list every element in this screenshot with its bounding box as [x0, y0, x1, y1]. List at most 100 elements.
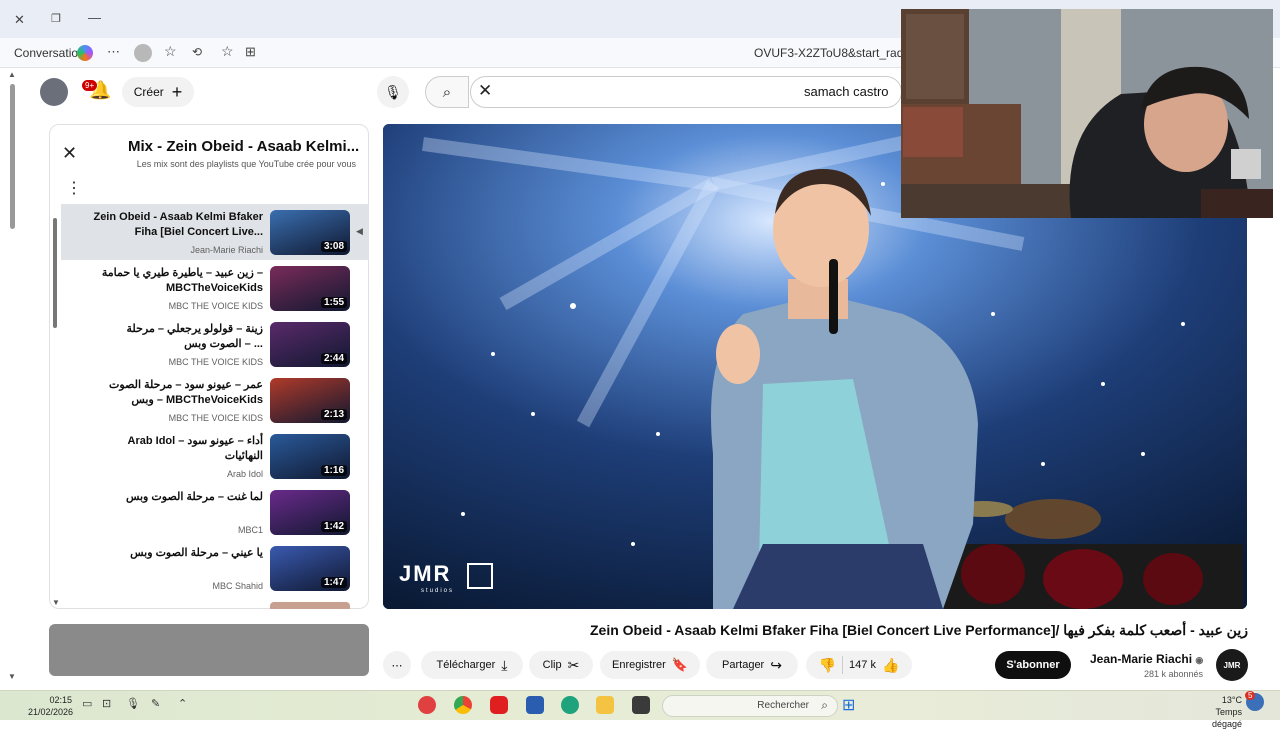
share-button[interactable]: Partager ↪ [706, 651, 798, 679]
playlist-subtitle: Les mix sont des playlists que YouTube c… [136, 159, 356, 169]
channel-avatar[interactable]: JMR [1216, 649, 1248, 681]
temperature: 13°C [1221, 695, 1242, 705]
network-icon[interactable]: ⊡ [102, 697, 111, 710]
clip-label: Clip [542, 659, 562, 671]
like-icon[interactable]: 👍 [882, 657, 899, 674]
playlist-item-channel: MBC THE VOICE KIDS [168, 301, 263, 311]
channel-watermark: JMR studios [399, 561, 499, 597]
search-button[interactable]: ⌕ [425, 76, 469, 108]
close-playlist-icon[interactable]: ✕ [62, 143, 77, 164]
dislike-icon[interactable]: 👎 [819, 657, 836, 674]
task-view-icon[interactable] [632, 696, 650, 714]
watermark-subtext: studios [421, 588, 455, 594]
playlist-item-duration: 1:42 [320, 521, 347, 532]
playlist-item-channel: Jean-Marie Riachi [190, 245, 263, 255]
scissors-icon: ✂ [567, 656, 580, 673]
minimize-window-icon[interactable]: — [88, 10, 101, 25]
webcam-overlay [901, 9, 1273, 218]
favorites-icon[interactable]: ☆ [164, 43, 177, 60]
extensions-icon[interactable]: ⟲ [192, 45, 202, 59]
pen-tray-icon[interactable]: ✎ [151, 697, 160, 710]
like-dislike-group: 👎 147 k 👍 [806, 651, 912, 679]
playlist-item-title: يا عيني – مرحلة الصوت وبس [130, 547, 263, 559]
download-button[interactable]: Télécharger ⤓ [421, 651, 523, 679]
scroll-down-arrow-icon[interactable]: ▼ [8, 672, 16, 681]
subscribe-button[interactable]: S'abonner [995, 651, 1071, 679]
playlist-item-title: عمر – عيونو سود – مرحلة الصوت وبس – MBCT… [109, 379, 263, 406]
playlist-item[interactable]: 2:44 زينة – قولولو يرجعلي – مرحلة الصوت و… [61, 316, 369, 372]
playlist-item-thumbnail: 1:42 [270, 490, 350, 535]
profile-icon[interactable] [134, 44, 152, 62]
download-icon: ⤓ [501, 656, 508, 673]
playlist-item-thumbnail: 1:16 [270, 434, 350, 479]
playlist-item-channel: MBC THE VOICE KIDS [168, 357, 263, 367]
add-favorite-icon[interactable]: ☆ [221, 43, 234, 60]
video-title: Zein Obeid - Asaab Kelmi Bfaker Fiha [Bi… [590, 622, 1248, 638]
playlist-item-duration: 1:55 [320, 297, 347, 308]
playlist-item[interactable]: 1:47 يا عيني – مرحلة الصوت وبس MBC Shahid [61, 540, 369, 596]
playlist-item-thumbnail: 2:13 [270, 378, 350, 423]
search-query-text: samach castro [804, 84, 889, 99]
playlist-title: Mix - Zein Obeid - Asaab Kelmi... [128, 138, 360, 155]
verified-icon: ◉ [1195, 655, 1204, 665]
watermark-logo-icon [467, 563, 493, 589]
playlist-item-duration: 3:08 [320, 241, 347, 252]
playlist-item[interactable]: 1:42 لما غنت – مرحلة الصوت وبس MBC1 [61, 484, 369, 540]
create-button[interactable]: Créer + [122, 77, 194, 107]
channel-name[interactable]: Jean-Marie Riachi ◉ [1090, 652, 1203, 666]
watermark-text: JMR [399, 561, 452, 586]
share-icon: ↪ [770, 656, 782, 673]
now-playing-indicator-icon: ◀ [356, 226, 363, 236]
channel-name-text: Jean-Marie Riachi [1090, 652, 1193, 666]
playlist-item-title: لما غنت – مرحلة الصوت وبس [125, 491, 263, 503]
clip-button[interactable]: Clip ✂ [529, 651, 593, 679]
playlist-item[interactable]: 3:08 Zein Obeid - Asaab Kelmi Bfaker Fiha… [61, 204, 369, 260]
scroll-up-arrow-icon[interactable]: ▲ [8, 70, 16, 79]
windows-start-icon[interactable]: ⊞ [842, 695, 855, 715]
clock-date: 21/02/2026 [28, 707, 74, 717]
more-actions-button[interactable]: ⋯ [383, 651, 411, 679]
save-button[interactable]: Enregistrer 🔖 [600, 651, 700, 679]
playlist-menu-icon[interactable]: ⋮ [66, 178, 82, 198]
next-item-thumbnail-partial [270, 602, 350, 609]
app-pinned-icon[interactable] [418, 696, 436, 714]
playlist-item-title: Zein Obeid - Asaab Kelmi Bfaker Fiha [Bi… [93, 211, 263, 238]
ad-placeholder [49, 624, 369, 676]
file-explorer-icon[interactable] [596, 696, 614, 714]
weather-widget[interactable]: 13°C Temps dégagé [1186, 694, 1242, 730]
battery-icon[interactable]: ▭ [82, 697, 92, 710]
playlist-scrollbar-thumb[interactable] [53, 218, 57, 328]
playlist-item[interactable]: 2:13 عمر – عيونو سود – مرحلة الصوت وبس – … [61, 372, 369, 428]
like-divider [842, 656, 844, 674]
playlist-item-thumbnail: 3:08 [270, 210, 350, 255]
user-avatar[interactable] [40, 78, 68, 106]
conversation-label[interactable]: Conversation [14, 46, 85, 60]
edge-browser-icon[interactable] [561, 696, 579, 714]
playlist-item-title: Arab Idol – أداء – عيونو سود النهائيات [127, 435, 263, 462]
taskbar-search-placeholder: Rechercher [757, 700, 809, 711]
clock[interactable]: 02:15 21/02/2026 [28, 694, 74, 718]
more-options-icon[interactable]: ⋯ [107, 44, 120, 60]
webcam-frame [901, 9, 1273, 218]
voice-search-button[interactable]: 🎙 [377, 76, 409, 108]
close-window-icon[interactable]: ✕ [14, 12, 25, 28]
playlist-item[interactable]: 1:55 زين عبيد – ياطيرة طيري يا حمامة – MB… [61, 260, 369, 316]
youtube-app-icon[interactable] [490, 696, 508, 714]
playlist-item-channel: MBC THE VOICE KIDS [168, 413, 263, 423]
store-icon[interactable] [526, 696, 544, 714]
microphone-tray-icon[interactable]: 🎙 [126, 697, 140, 710]
taskbar-search-icon: ⌕ [821, 698, 828, 712]
page-scrollbar-thumb[interactable] [10, 84, 15, 229]
taskbar-search-box[interactable]: Rechercher ⌕ [662, 695, 838, 717]
playlist-scroll-down-icon[interactable]: ▼ [52, 598, 60, 607]
restore-window-icon[interactable]: ❐ [51, 12, 61, 25]
show-hidden-icons[interactable]: ⌃ [178, 697, 187, 710]
playlist-item[interactable]: 1:16 Arab Idol – أداء – عيونو سود النهائي… [61, 428, 369, 484]
more-actions-icon: ⋯ [391, 659, 403, 672]
download-label: Télécharger [436, 659, 496, 671]
copilot-icon[interactable] [77, 45, 93, 61]
clear-search-icon[interactable]: ✕ [478, 81, 492, 101]
like-count: 147 k [849, 659, 876, 671]
split-screen-icon[interactable]: ⊞ [245, 44, 256, 60]
chrome-icon[interactable] [454, 696, 472, 714]
